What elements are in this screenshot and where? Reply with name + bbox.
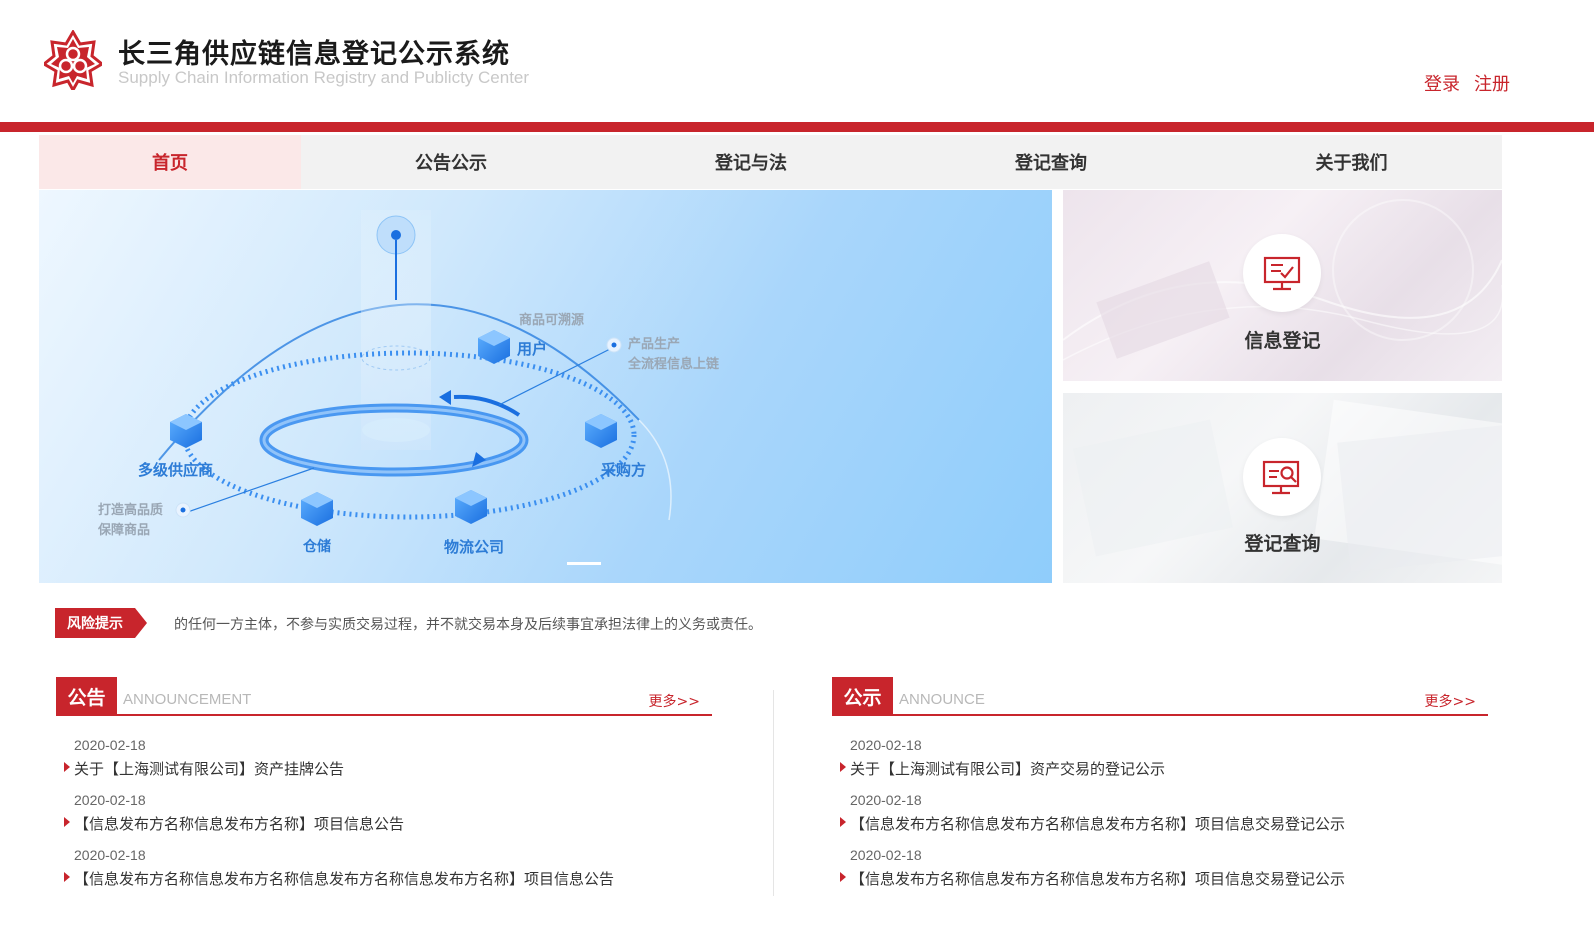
publicity-en-title: ANNOUNCE	[899, 691, 985, 708]
header-divider	[0, 122, 1594, 132]
publicity-panel: 公示 ANNOUNCE 更多>> 2020-02-18 关于【上海测试有限公司】…	[832, 677, 1488, 898]
list-item[interactable]: 2020-02-18 关于【上海测试有限公司】资产挂牌公告	[56, 733, 712, 788]
publicity-more-link[interactable]: 更多>>	[1425, 691, 1476, 711]
carousel-indicator[interactable]	[567, 562, 601, 565]
monitor-search-icon	[1243, 438, 1321, 516]
nav-item-registration-query[interactable]: 登记查询	[901, 135, 1201, 189]
site-title: 长三角供应链信息登记公示系统	[118, 39, 510, 70]
arrow-right-icon	[64, 762, 70, 772]
arrow-right-icon	[840, 817, 846, 827]
announcement-en-title: ANNOUNCEMENT	[123, 691, 252, 708]
item-title[interactable]: 【信息发布方名称信息发布方名称信息发布方名称信息发布方名称】项目信息公告	[74, 868, 614, 889]
nav-item-registration-law[interactable]: 登记与法	[601, 135, 901, 189]
announcement-list: 2020-02-18 关于【上海测试有限公司】资产挂牌公告 2020-02-18…	[56, 733, 712, 898]
list-item[interactable]: 2020-02-18 【信息发布方名称信息发布方名称信息发布方名称信息发布方名称…	[56, 843, 712, 898]
list-item[interactable]: 2020-02-18 【信息发布方名称信息发布方名称信息发布方名称】项目信息交易…	[832, 788, 1488, 843]
list-item[interactable]: 2020-02-18 【信息发布方名称信息发布方名称】项目信息公告	[56, 788, 712, 843]
hero-banner[interactable]: 商品可溯源 用户 产品生产 全流程信息上链 多级供应商 采购方 打造高品质 保障…	[39, 190, 1052, 583]
supply-chain-illustration	[158, 210, 672, 526]
info-registration-label: 信息登记	[1244, 330, 1321, 352]
banner-label-production-2: 全流程信息上链	[628, 357, 720, 372]
item-date: 2020-02-18	[850, 737, 922, 753]
banner-label-production-1: 产品生产	[628, 337, 681, 352]
monitor-check-icon	[1243, 234, 1321, 312]
item-date: 2020-02-18	[850, 847, 922, 863]
arrow-right-icon	[840, 872, 846, 882]
item-title[interactable]: 【信息发布方名称信息发布方名称信息发布方名称】项目信息交易登记公示	[850, 813, 1345, 834]
panel-divider	[773, 690, 774, 896]
banner-label-quality-2: 保障商品	[98, 523, 151, 538]
banner-label-quality-1: 打造高品质	[98, 503, 164, 518]
publicity-header: 公示 ANNOUNCE 更多>>	[832, 677, 1488, 716]
item-date: 2020-02-18	[850, 792, 922, 808]
info-registration-card[interactable]: 信息登记	[1063, 190, 1502, 381]
banner-label-warehouse: 仓储	[303, 539, 331, 555]
register-link[interactable]: 注册	[1474, 74, 1510, 95]
banner-label-purchaser: 采购方	[601, 461, 647, 479]
publicity-tag: 公示	[832, 677, 893, 715]
registration-query-card[interactable]: 登记查询	[1063, 393, 1502, 583]
list-item[interactable]: 2020-02-18 【信息发布方名称信息发布方名称信息发布方名称】项目信息交易…	[832, 843, 1488, 898]
risk-tag: 风险提示	[55, 608, 147, 638]
item-title[interactable]: 【信息发布方名称信息发布方名称】项目信息公告	[74, 813, 404, 834]
login-link[interactable]: 登录	[1424, 74, 1460, 95]
nav-item-about-us[interactable]: 关于我们	[1201, 135, 1502, 189]
item-title[interactable]: 关于【上海测试有限公司】资产交易的登记公示	[850, 758, 1165, 779]
nav-item-home[interactable]: 首页	[39, 135, 301, 189]
announcement-header: 公告 ANNOUNCEMENT 更多>>	[56, 677, 712, 716]
list-item[interactable]: 2020-02-18 关于【上海测试有限公司】资产交易的登记公示	[832, 733, 1488, 788]
item-date: 2020-02-18	[74, 792, 146, 808]
risk-text: 的任何一方主体，不参与实质交易过程，并不就交易本身及后续事宜承担法律上的义务或责…	[174, 617, 762, 633]
announcement-tag: 公告	[56, 677, 117, 715]
publicity-list: 2020-02-18 关于【上海测试有限公司】资产交易的登记公示 2020-02…	[832, 733, 1488, 898]
arrow-right-icon	[64, 872, 70, 882]
banner-label-user: 用户	[517, 340, 548, 358]
site-logo-icon[interactable]	[41, 29, 105, 94]
banner-label-logistics: 物流公司	[444, 538, 505, 556]
registration-query-label: 登记查询	[1244, 533, 1321, 555]
item-title[interactable]: 【信息发布方名称信息发布方名称信息发布方名称】项目信息交易登记公示	[850, 868, 1345, 889]
site-header: 长三角供应链信息登记公示系统 Supply Chain Information …	[0, 0, 1594, 122]
announcement-panel: 公告 ANNOUNCEMENT 更多>> 2020-02-18 关于【上海测试有…	[56, 677, 712, 898]
item-date: 2020-02-18	[74, 847, 146, 863]
banner-label-suppliers: 多级供应商	[138, 461, 214, 479]
site-subtitle: Supply Chain Information Registry and Pu…	[118, 68, 530, 87]
arrow-right-icon	[64, 817, 70, 827]
auth-links: 登录 注册	[1424, 70, 1510, 96]
main-nav: 首页 公告公示 登记与法 登记查询 关于我们	[39, 135, 1502, 189]
nav-item-announcements[interactable]: 公告公示	[301, 135, 601, 189]
announcement-more-link[interactable]: 更多>>	[649, 691, 700, 711]
banner-label-traceable: 商品可溯源	[519, 313, 585, 328]
risk-notice: 风险提示 的任何一方主体，不参与实质交易过程，并不就交易本身及后续事宜承担法律上…	[55, 608, 1495, 638]
arrow-right-icon	[840, 762, 846, 772]
item-date: 2020-02-18	[74, 737, 146, 753]
item-title[interactable]: 关于【上海测试有限公司】资产挂牌公告	[74, 758, 344, 779]
